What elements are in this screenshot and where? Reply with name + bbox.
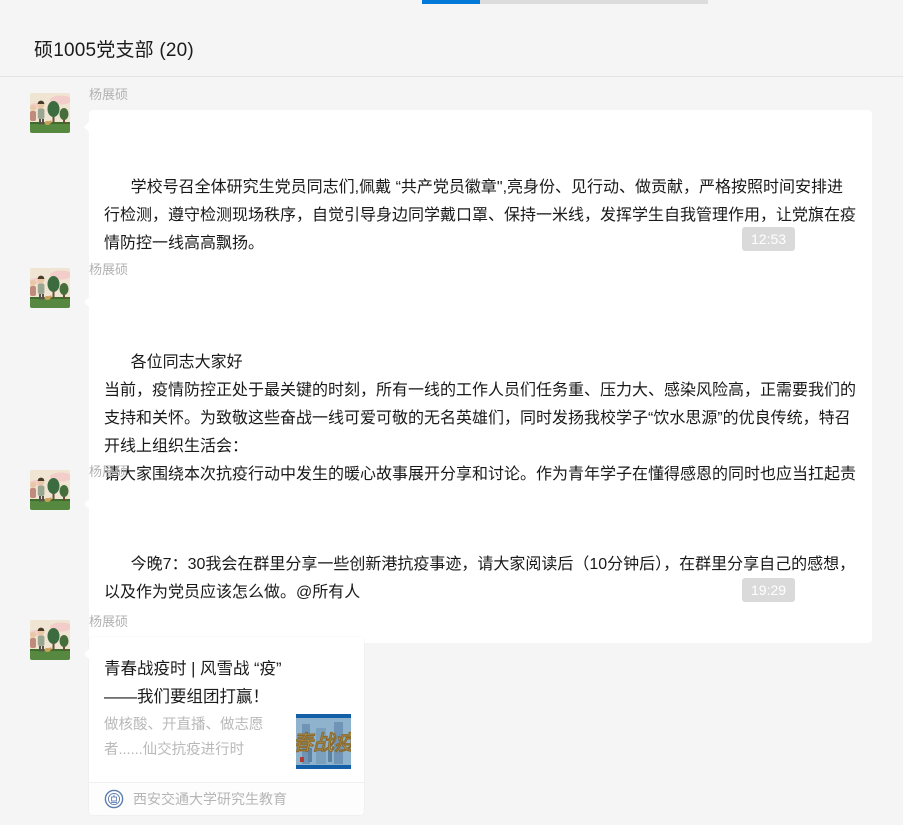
article-thumbnail[interactable]: 春战疫 xyxy=(296,714,351,769)
avatar-illustration xyxy=(30,268,70,308)
article-link-card[interactable]: 青春战疫时 | 风雪战 “疫” ——我们要组团打赢！ 做核酸、开直播、做志愿者.… xyxy=(89,637,364,815)
card-thumbnail-text: 春战疫 xyxy=(296,731,351,755)
avatar[interactable] xyxy=(30,268,70,308)
article-thumbnail-image: 春战疫 xyxy=(296,714,351,769)
header-divider xyxy=(0,76,903,77)
university-seal-icon xyxy=(104,789,124,809)
avatar-illustration xyxy=(30,470,70,510)
sender-name: 杨展硕 xyxy=(89,463,872,481)
top-scrollbar-thumb[interactable] xyxy=(422,0,480,4)
avatar-illustration xyxy=(30,93,70,133)
bubble-arrow xyxy=(79,649,89,659)
sender-name: 杨展硕 xyxy=(89,613,872,631)
bubble-arrow xyxy=(79,122,89,132)
chat-window: 硕1005党支部 (20) xyxy=(0,0,903,825)
article-title: 青春战疫时 | 风雪战 “疫” ——我们要组团打赢！ xyxy=(89,637,364,711)
bubble-arrow xyxy=(79,499,89,509)
article-footer: 西安交通大学研究生教育 xyxy=(89,782,364,815)
avatar[interactable] xyxy=(30,93,70,133)
avatar[interactable] xyxy=(30,620,70,660)
article-body: 做核酸、开直播、做志愿者......仙交抗疫进行时 春战疫 xyxy=(89,711,364,782)
avatar[interactable] xyxy=(30,470,70,510)
chat-title: 硕1005党支部 (20) xyxy=(34,35,194,62)
sender-name: 杨展硕 xyxy=(89,261,872,279)
message-group: 杨展硕 青春战疫时 | 风雪战 “疫” ——我们要组团打赢！ 做核酸、开直播、做… xyxy=(30,613,872,815)
top-scrollbar-track[interactable] xyxy=(422,0,708,4)
article-source: 西安交通大学研究生教育 xyxy=(133,789,287,809)
timestamp-badge: 19:29 xyxy=(742,578,795,602)
avatar-illustration xyxy=(30,620,70,660)
sender-name: 杨展硕 xyxy=(89,86,872,104)
article-description: 做核酸、开直播、做志愿者......仙交抗疫进行时 xyxy=(104,713,284,763)
bubble-arrow xyxy=(79,297,89,307)
timestamp-badge: 12:53 xyxy=(742,227,795,251)
